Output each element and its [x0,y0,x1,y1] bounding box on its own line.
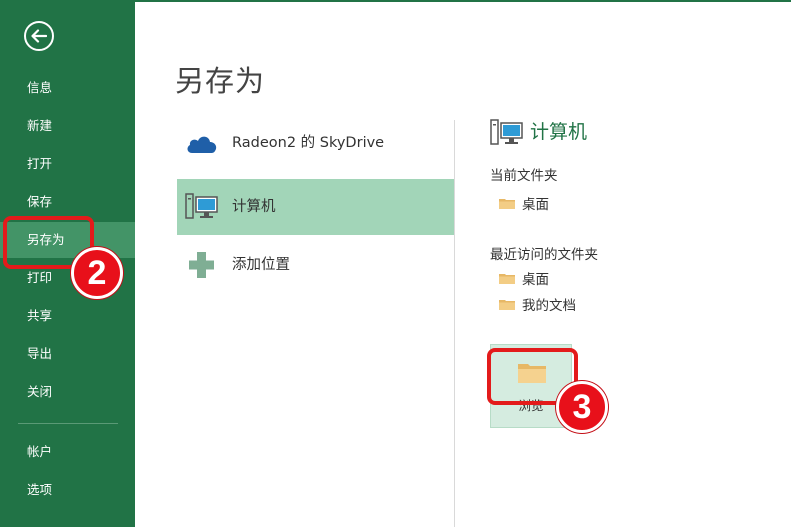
place-computer[interactable]: 计算机 [177,179,454,235]
folder-icon [499,300,515,310]
folder-icon [499,199,515,209]
place-label: Radeon2 的 SkyDrive [232,135,385,151]
panel-divider [454,120,455,527]
nav-item-export[interactable]: 导出 [0,336,135,372]
folder-label: 桌面 [522,272,549,288]
place-skydrive[interactable]: Radeon2 的 SkyDrive [177,115,454,171]
recent-folders-heading: 最近访问的文件夹 [490,247,598,263]
folder-icon [499,274,515,284]
folder-label: 我的文档 [522,298,576,314]
computer-icon [185,193,218,219]
top-accent-line [135,0,791,2]
place-label: 计算机 [232,199,276,215]
nav-item-close[interactable]: 关闭 [0,374,135,410]
folder-item[interactable]: 桌面 [499,268,549,288]
nav-divider [18,423,118,424]
nav-item-info[interactable]: 信息 [0,70,135,106]
place-label: 添加位置 [232,257,290,273]
page-title: 另存为 [175,64,266,98]
folder-item[interactable]: 我的文档 [499,294,576,314]
nav-item-options[interactable]: 选项 [0,472,135,508]
place-add-location[interactable]: 添加位置 [177,237,454,293]
nav-item-share[interactable]: 共享 [0,298,135,334]
right-panel-title: 计算机 [530,121,588,143]
nav-item-account[interactable]: 帐户 [0,434,135,470]
plus-icon [189,252,214,278]
step3-badge: 3 [556,381,608,433]
back-arrow-icon [31,29,47,43]
step2-badge: 2 [71,247,123,299]
folder-label: 桌面 [522,197,549,213]
nav-item-open[interactable]: 打开 [0,146,135,182]
back-button[interactable] [24,21,54,51]
folder-item[interactable]: 桌面 [499,193,549,213]
cloud-icon [187,136,217,153]
nav-item-save[interactable]: 保存 [0,184,135,220]
nav-item-new[interactable]: 新建 [0,108,135,144]
current-folder-heading: 当前文件夹 [490,168,558,184]
computer-icon [490,119,523,145]
